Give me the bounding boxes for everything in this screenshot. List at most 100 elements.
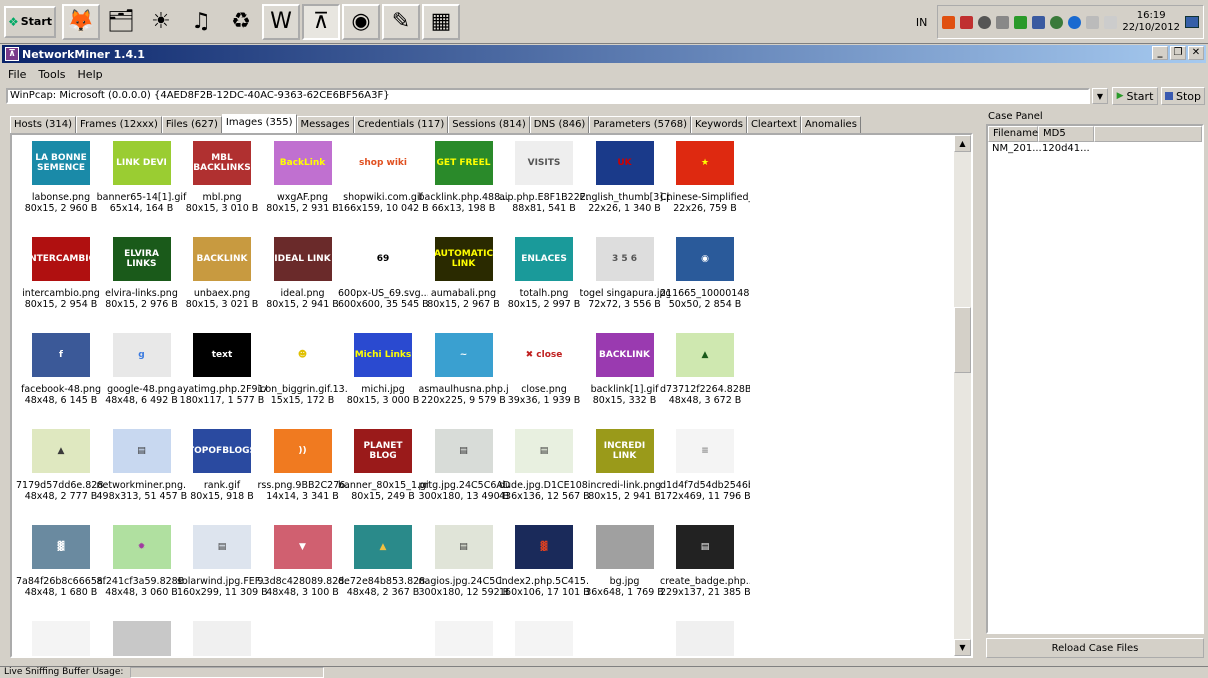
- menu-file[interactable]: File: [2, 68, 32, 81]
- tab-hosts[interactable]: Hosts (314): [10, 116, 77, 133]
- paint-icon[interactable]: ✎: [382, 3, 420, 40]
- tab-parameters[interactable]: Parameters (5768): [589, 116, 692, 133]
- image-item[interactable]: LA BONNE SEMENCE labonse.png 80x15, 2 960 …: [16, 141, 106, 214]
- image-item[interactable]: BACKLINK unbaex.png 80x15, 3 021 B: [177, 237, 267, 310]
- image-item[interactable]: [499, 621, 589, 656]
- volume-icon[interactable]: [1104, 15, 1118, 29]
- vertical-scrollbar[interactable]: ▲ ▼: [954, 135, 971, 656]
- adapter-select[interactable]: WinPcap: Microsoft (0.0.0.0) {4AED8F2B-1…: [6, 88, 1090, 104]
- tab-images[interactable]: Images (355): [221, 114, 297, 133]
- window-title-bar[interactable]: ⊼ NetworkMiner 1.4.1 _ ❐ ✕: [2, 45, 1206, 63]
- eye-icon[interactable]: ◉: [342, 3, 380, 40]
- tray-globe-icon[interactable]: [1050, 15, 1064, 29]
- image-item[interactable]: UK English_thumb[3].png22x26, 1 340 B: [580, 141, 670, 214]
- image-item[interactable]: ☻ icon_biggrin.gif.13... 15x15, 172 B: [258, 333, 348, 406]
- image-item[interactable]: MBL BACKLINKS mbl.png 80x15, 3 010 B: [177, 141, 267, 214]
- image-item[interactable]: ✖ close close.png 39x36, 1 939 B: [499, 333, 589, 406]
- image-item[interactable]: [258, 621, 348, 656]
- image-item[interactable]: ~ asmaulhusna.php.j... 220x225, 9 579 B: [419, 333, 509, 406]
- firefox-icon[interactable]: 🦊: [62, 3, 100, 40]
- chevron-down-icon[interactable]: ▼: [1092, 88, 1108, 104]
- image-item[interactable]: shop wiki shopwiki.com.gif 166x159, 10 042…: [338, 141, 428, 214]
- image-item[interactable]: GET FREEL backlink.php.488... 66x13, 198 B: [419, 141, 509, 214]
- folder-icon[interactable]: 🗂: [102, 4, 140, 40]
- tab-credentials[interactable]: Credentials (117): [353, 116, 449, 133]
- image-item[interactable]: [16, 621, 106, 656]
- col-filename[interactable]: Filename: [988, 126, 1038, 142]
- stop-capture-button[interactable]: Stop: [1161, 87, 1205, 105]
- tray-app-icon[interactable]: [942, 15, 956, 29]
- menu-help[interactable]: Help: [72, 68, 109, 81]
- image-item[interactable]: g google-48.png 48x48, 6 492 B: [97, 333, 187, 406]
- music-icon[interactable]: ♫: [182, 4, 220, 40]
- image-item[interactable]: [660, 621, 750, 656]
- tab-cleartext[interactable]: Cleartext: [746, 116, 801, 133]
- image-item[interactable]: ▤ create_badge.php.... 229x137, 21 385 B: [660, 525, 750, 598]
- tray-triangle-icon[interactable]: [1014, 15, 1028, 29]
- image-item[interactable]: [419, 621, 509, 656]
- image-item[interactable]: f facebook-48.png 48x48, 6 145 B: [16, 333, 106, 406]
- image-item[interactable]: ▤ solarwind.jpg.FEF... 160x299, 11 309 B: [177, 525, 267, 598]
- image-item[interactable]: INTERCAMBIO intercambio.png80x15, 2 954 B: [16, 237, 106, 310]
- image-item[interactable]: ▤ prtg.jpg.24C5C6AD...300x180, 13 490 B: [419, 429, 509, 502]
- reload-case-files-button[interactable]: Reload Case Files: [986, 638, 1204, 658]
- tray-update-icon[interactable]: [1068, 15, 1082, 29]
- tab-files[interactable]: Files (627): [161, 116, 222, 133]
- image-item[interactable]: PLANET BLOG banner_80x15_1.gif 80x15, 249 …: [338, 429, 428, 502]
- image-item[interactable]: BACKLINK backlink[1].gif 80x15, 332 B: [580, 333, 670, 406]
- image-item[interactable]: IDEAL LINK ideal.png 80x15, 2 941 B: [258, 237, 348, 310]
- tray-security-icon[interactable]: [960, 15, 974, 29]
- col-md5[interactable]: MD5: [1038, 126, 1094, 142]
- image-item[interactable]: ◉ 211665_10000148... 50x50, 2 854 B: [660, 237, 750, 310]
- menu-tools[interactable]: Tools: [32, 68, 71, 81]
- case-row[interactable]: NM_201... 120d41...: [988, 142, 1202, 156]
- image-item[interactable]: TOPOFBLOGS rank.gif80x15, 918 B: [177, 429, 267, 502]
- tab-sessions[interactable]: Sessions (814): [448, 116, 530, 133]
- image-item[interactable]: ▤ networkminer.png... 498x313, 51 457 B: [97, 429, 187, 502]
- image-item[interactable]: [338, 621, 428, 656]
- sync-icon[interactable]: ♻: [222, 4, 260, 40]
- tray-network-icon[interactable]: [996, 15, 1010, 29]
- image-item[interactable]: text ayatimg.php.2F91A...180x117, 1 577 B: [177, 333, 267, 406]
- image-item[interactable]: BackLink wxgAF.png 80x15, 2 931 B: [258, 141, 348, 214]
- tab-frames[interactable]: Frames (12xxx): [76, 116, 162, 133]
- tab-anomalies[interactable]: Anomalies: [800, 116, 861, 133]
- minimize-button[interactable]: _: [1152, 46, 1168, 60]
- word-icon[interactable]: W: [262, 3, 300, 40]
- scroll-down-icon[interactable]: ▼: [954, 639, 971, 656]
- start-capture-button[interactable]: ▶ Start: [1112, 87, 1158, 105]
- sun-icon[interactable]: ☀: [142, 4, 180, 40]
- image-item[interactable]: INCREDI LINK incredi-link.png 80x15, 2 941…: [580, 429, 670, 502]
- image-item[interactable]: ✹ 8f241cf3a59.828B... 48x48, 3 060 B: [97, 525, 187, 598]
- image-item[interactable]: ▓ 7a84f26b8c6665a... 48x48, 1 680 B: [16, 525, 106, 598]
- image-item[interactable]: ≡ d1d4f7d54db2546b...172x469, 11 796 B: [660, 429, 750, 502]
- language-indicator[interactable]: IN: [916, 16, 927, 29]
- image-item[interactable]: [177, 621, 267, 656]
- clock[interactable]: 16:19 22/10/2012: [1122, 10, 1180, 34]
- tray-monitor-icon[interactable]: [1032, 15, 1046, 29]
- image-item[interactable]: 69 600px-US_69.svg.... 600x600, 35 545 B: [338, 237, 428, 310]
- image-item[interactable]: ▲ 7179d57dd6e.828... 48x48, 2 777 B: [16, 429, 106, 502]
- calculator-icon[interactable]: ▦: [422, 3, 460, 40]
- show-desktop-icon[interactable]: [1185, 16, 1199, 28]
- image-item[interactable]: bg.jpg 36x648, 1 769 B: [580, 525, 670, 598]
- close-button[interactable]: ✕: [1188, 46, 1204, 60]
- image-item[interactable]: ▲ de72e84b853.828... 48x48, 2 367 B: [338, 525, 428, 598]
- image-item[interactable]: ▲ d73712f2264.828B...48x48, 3 672 B: [660, 333, 750, 406]
- image-item[interactable]: [97, 621, 187, 656]
- image-item[interactable]: Michi Links michi.jpg 80x15, 3 000 B: [338, 333, 428, 406]
- image-item[interactable]: [580, 621, 670, 656]
- tray-disc-icon[interactable]: [978, 15, 992, 29]
- tab-messages[interactable]: Messages: [296, 116, 354, 133]
- image-item[interactable]: AUTOMATIC LINK aumabali.png 80x15, 2 967 B: [419, 237, 509, 310]
- scrollbar-thumb[interactable]: [954, 307, 971, 373]
- tray-device-icon[interactable]: [1086, 15, 1100, 29]
- image-item[interactable]: VISITS aip.php.E8F1B222... 88x81, 541 B: [499, 141, 589, 214]
- image-item[interactable]: 3 5 6 togel singapura.jpg 72x72, 3 556 B: [580, 237, 670, 310]
- image-item[interactable]: ▤ nagios.jpg.24C5C... 300x180, 12 592 B: [419, 525, 509, 598]
- tab-dns[interactable]: DNS (846): [529, 116, 590, 133]
- scroll-up-icon[interactable]: ▲: [954, 135, 971, 152]
- image-item[interactable]: ENLACES totalh.png 80x15, 2 997 B: [499, 237, 589, 310]
- image-item[interactable]: )) rss.png.9BB2C276... 14x14, 3 341 B: [258, 429, 348, 502]
- networkminer-icon[interactable]: ⊼: [302, 3, 340, 40]
